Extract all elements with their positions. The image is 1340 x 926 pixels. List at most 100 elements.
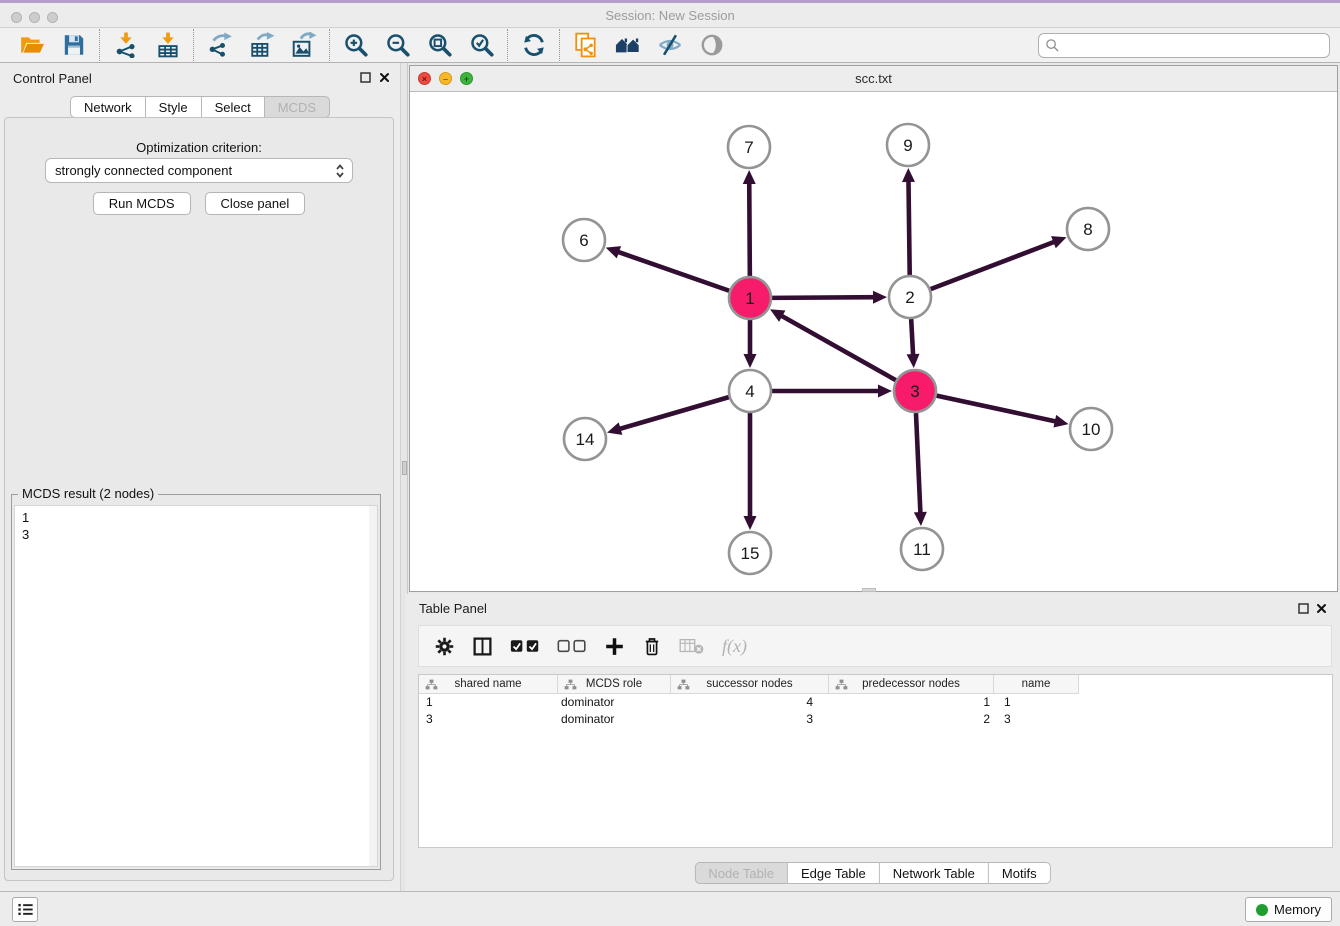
function-builder-icon[interactable]: f(x) bbox=[722, 636, 747, 657]
optimization-criterion-label: Optimization criterion: bbox=[5, 140, 393, 155]
cell-mcds-role[interactable]: dominator bbox=[558, 694, 671, 711]
deselect-all-icon[interactable] bbox=[557, 637, 587, 655]
network-canvas[interactable]: 1234678910111415 bbox=[410, 92, 1337, 591]
tab-network-table[interactable]: Network Table bbox=[880, 862, 989, 884]
graph-edge-2-8[interactable] bbox=[931, 241, 1057, 289]
table-row: 1 dominator 4 1 1 bbox=[419, 694, 1079, 711]
cell-predecessor-nodes[interactable]: 1 bbox=[829, 694, 994, 711]
mcds-result-box: MCDS result (2 nodes) 1 3 bbox=[11, 494, 381, 870]
graph-edge-1-6[interactable] bbox=[616, 251, 729, 291]
tab-motifs[interactable]: Motifs bbox=[989, 862, 1051, 884]
graph-edge-arrowhead bbox=[914, 512, 927, 526]
graph-edge-arrowhead bbox=[907, 354, 920, 368]
run-mcds-button[interactable]: Run MCDS bbox=[93, 192, 191, 215]
cell-mcds-role[interactable]: dominator bbox=[558, 711, 671, 728]
window-title: Session: New Session bbox=[0, 8, 1340, 23]
graph-edge-4-14[interactable] bbox=[618, 397, 729, 429]
hide-selected-icon[interactable] bbox=[656, 32, 683, 59]
export-network-icon[interactable] bbox=[206, 32, 233, 59]
column-header-mcds-role[interactable]: MCDS role bbox=[558, 675, 671, 693]
memory-button[interactable]: Memory bbox=[1245, 897, 1332, 922]
zoom-selected-icon[interactable] bbox=[468, 32, 495, 59]
graph-node-label: 1 bbox=[745, 289, 754, 308]
tab-edge-table[interactable]: Edge Table bbox=[788, 862, 880, 884]
graph-edge-3-11[interactable] bbox=[916, 413, 921, 515]
zoom-fit-icon[interactable] bbox=[426, 32, 453, 59]
export-table-icon[interactable] bbox=[248, 32, 275, 59]
column-header-name[interactable]: name bbox=[994, 675, 1079, 693]
add-row-icon[interactable] bbox=[604, 636, 625, 657]
tab-select[interactable]: Select bbox=[202, 96, 265, 118]
network-resize-grip[interactable] bbox=[862, 588, 876, 592]
delete-column-icon[interactable] bbox=[679, 636, 705, 656]
cell-name[interactable]: 3 bbox=[994, 711, 1079, 728]
memory-indicator-icon bbox=[1256, 904, 1268, 916]
save-session-icon[interactable] bbox=[60, 32, 87, 59]
tab-node-table[interactable]: Node Table bbox=[694, 862, 788, 884]
search-box bbox=[1038, 33, 1330, 58]
tab-mcds[interactable]: MCDS bbox=[265, 96, 330, 118]
tab-style[interactable]: Style bbox=[146, 96, 202, 118]
column-header-predecessor-nodes[interactable]: predecessor nodes bbox=[829, 675, 994, 693]
result-scrollbar[interactable] bbox=[369, 506, 377, 866]
graph-node-label: 9 bbox=[903, 136, 912, 155]
cell-successor-nodes[interactable]: 4 bbox=[671, 694, 829, 711]
mcds-result-title: MCDS result (2 nodes) bbox=[18, 486, 158, 501]
table-toolbar: f(x) bbox=[418, 625, 1332, 667]
mcds-result-text[interactable]: 1 3 bbox=[14, 505, 378, 867]
graph-node-label: 14 bbox=[576, 430, 595, 449]
column-header-shared-name[interactable]: shared name bbox=[419, 675, 558, 693]
cell-shared-name[interactable]: 3 bbox=[419, 711, 558, 728]
graph-node-label: 10 bbox=[1082, 420, 1101, 439]
criterion-value: strongly connected component bbox=[55, 163, 232, 178]
export-image-icon[interactable] bbox=[290, 32, 317, 59]
cell-name[interactable]: 1 bbox=[994, 694, 1079, 711]
open-session-icon[interactable] bbox=[18, 32, 45, 59]
splitter-grip[interactable] bbox=[402, 461, 407, 475]
cell-shared-name[interactable]: 1 bbox=[419, 694, 558, 711]
status-bar: Memory bbox=[0, 891, 1340, 926]
zoom-out-icon[interactable] bbox=[384, 32, 411, 59]
graph-edge-arrowhead bbox=[878, 385, 892, 398]
memory-label: Memory bbox=[1274, 902, 1321, 917]
table-header-row: shared name MCDS role successor nodes pr… bbox=[419, 675, 1079, 694]
cell-successor-nodes[interactable]: 3 bbox=[671, 711, 829, 728]
graph-edge-arrowhead bbox=[744, 516, 757, 530]
search-input[interactable] bbox=[1060, 35, 1329, 55]
graph-edge-3-10[interactable] bbox=[937, 396, 1058, 422]
import-network-icon[interactable] bbox=[112, 32, 139, 59]
column-header-successor-nodes[interactable]: successor nodes bbox=[671, 675, 829, 693]
graph-node-label: 2 bbox=[905, 288, 914, 307]
criterion-select[interactable]: strongly connected component bbox=[45, 158, 353, 183]
result-line: 3 bbox=[22, 526, 377, 543]
import-table-icon[interactable] bbox=[154, 32, 181, 59]
show-all-icon[interactable] bbox=[698, 32, 725, 59]
task-history-button[interactable] bbox=[12, 897, 38, 922]
float-panel-icon[interactable] bbox=[360, 72, 371, 83]
close-panel-button[interactable]: Close panel bbox=[205, 192, 306, 215]
select-all-icon[interactable] bbox=[510, 637, 540, 655]
clone-network-icon[interactable] bbox=[572, 32, 599, 59]
delete-row-icon[interactable] bbox=[642, 636, 662, 657]
refresh-view-icon[interactable] bbox=[520, 32, 547, 59]
graph-edge-3-1[interactable] bbox=[780, 315, 896, 381]
graph-edge-1-2[interactable] bbox=[772, 297, 876, 298]
close-table-panel-icon[interactable] bbox=[1316, 603, 1327, 614]
table-options-icon[interactable] bbox=[434, 636, 455, 657]
graph-edge-arrowhead bbox=[1053, 415, 1068, 428]
cell-predecessor-nodes[interactable]: 2 bbox=[829, 711, 994, 728]
select-stepper-icon bbox=[334, 163, 346, 179]
close-panel-icon[interactable] bbox=[379, 72, 390, 83]
float-table-panel-icon[interactable] bbox=[1298, 603, 1309, 614]
tab-network[interactable]: Network bbox=[70, 96, 146, 118]
tree-icon bbox=[425, 679, 438, 690]
first-neighbors-icon[interactable] bbox=[614, 32, 641, 59]
graph-edge-2-9[interactable] bbox=[908, 179, 909, 275]
graph-edge-arrowhead bbox=[607, 422, 622, 434]
show-column-icon[interactable] bbox=[472, 636, 493, 657]
graph-edge-1-7[interactable] bbox=[749, 181, 750, 276]
zoom-in-icon[interactable] bbox=[342, 32, 369, 59]
network-canvas-svg: 1234678910111415 bbox=[410, 92, 1337, 591]
graph-edge-arrowhead bbox=[606, 246, 621, 258]
graph-edge-2-3[interactable] bbox=[911, 319, 913, 357]
